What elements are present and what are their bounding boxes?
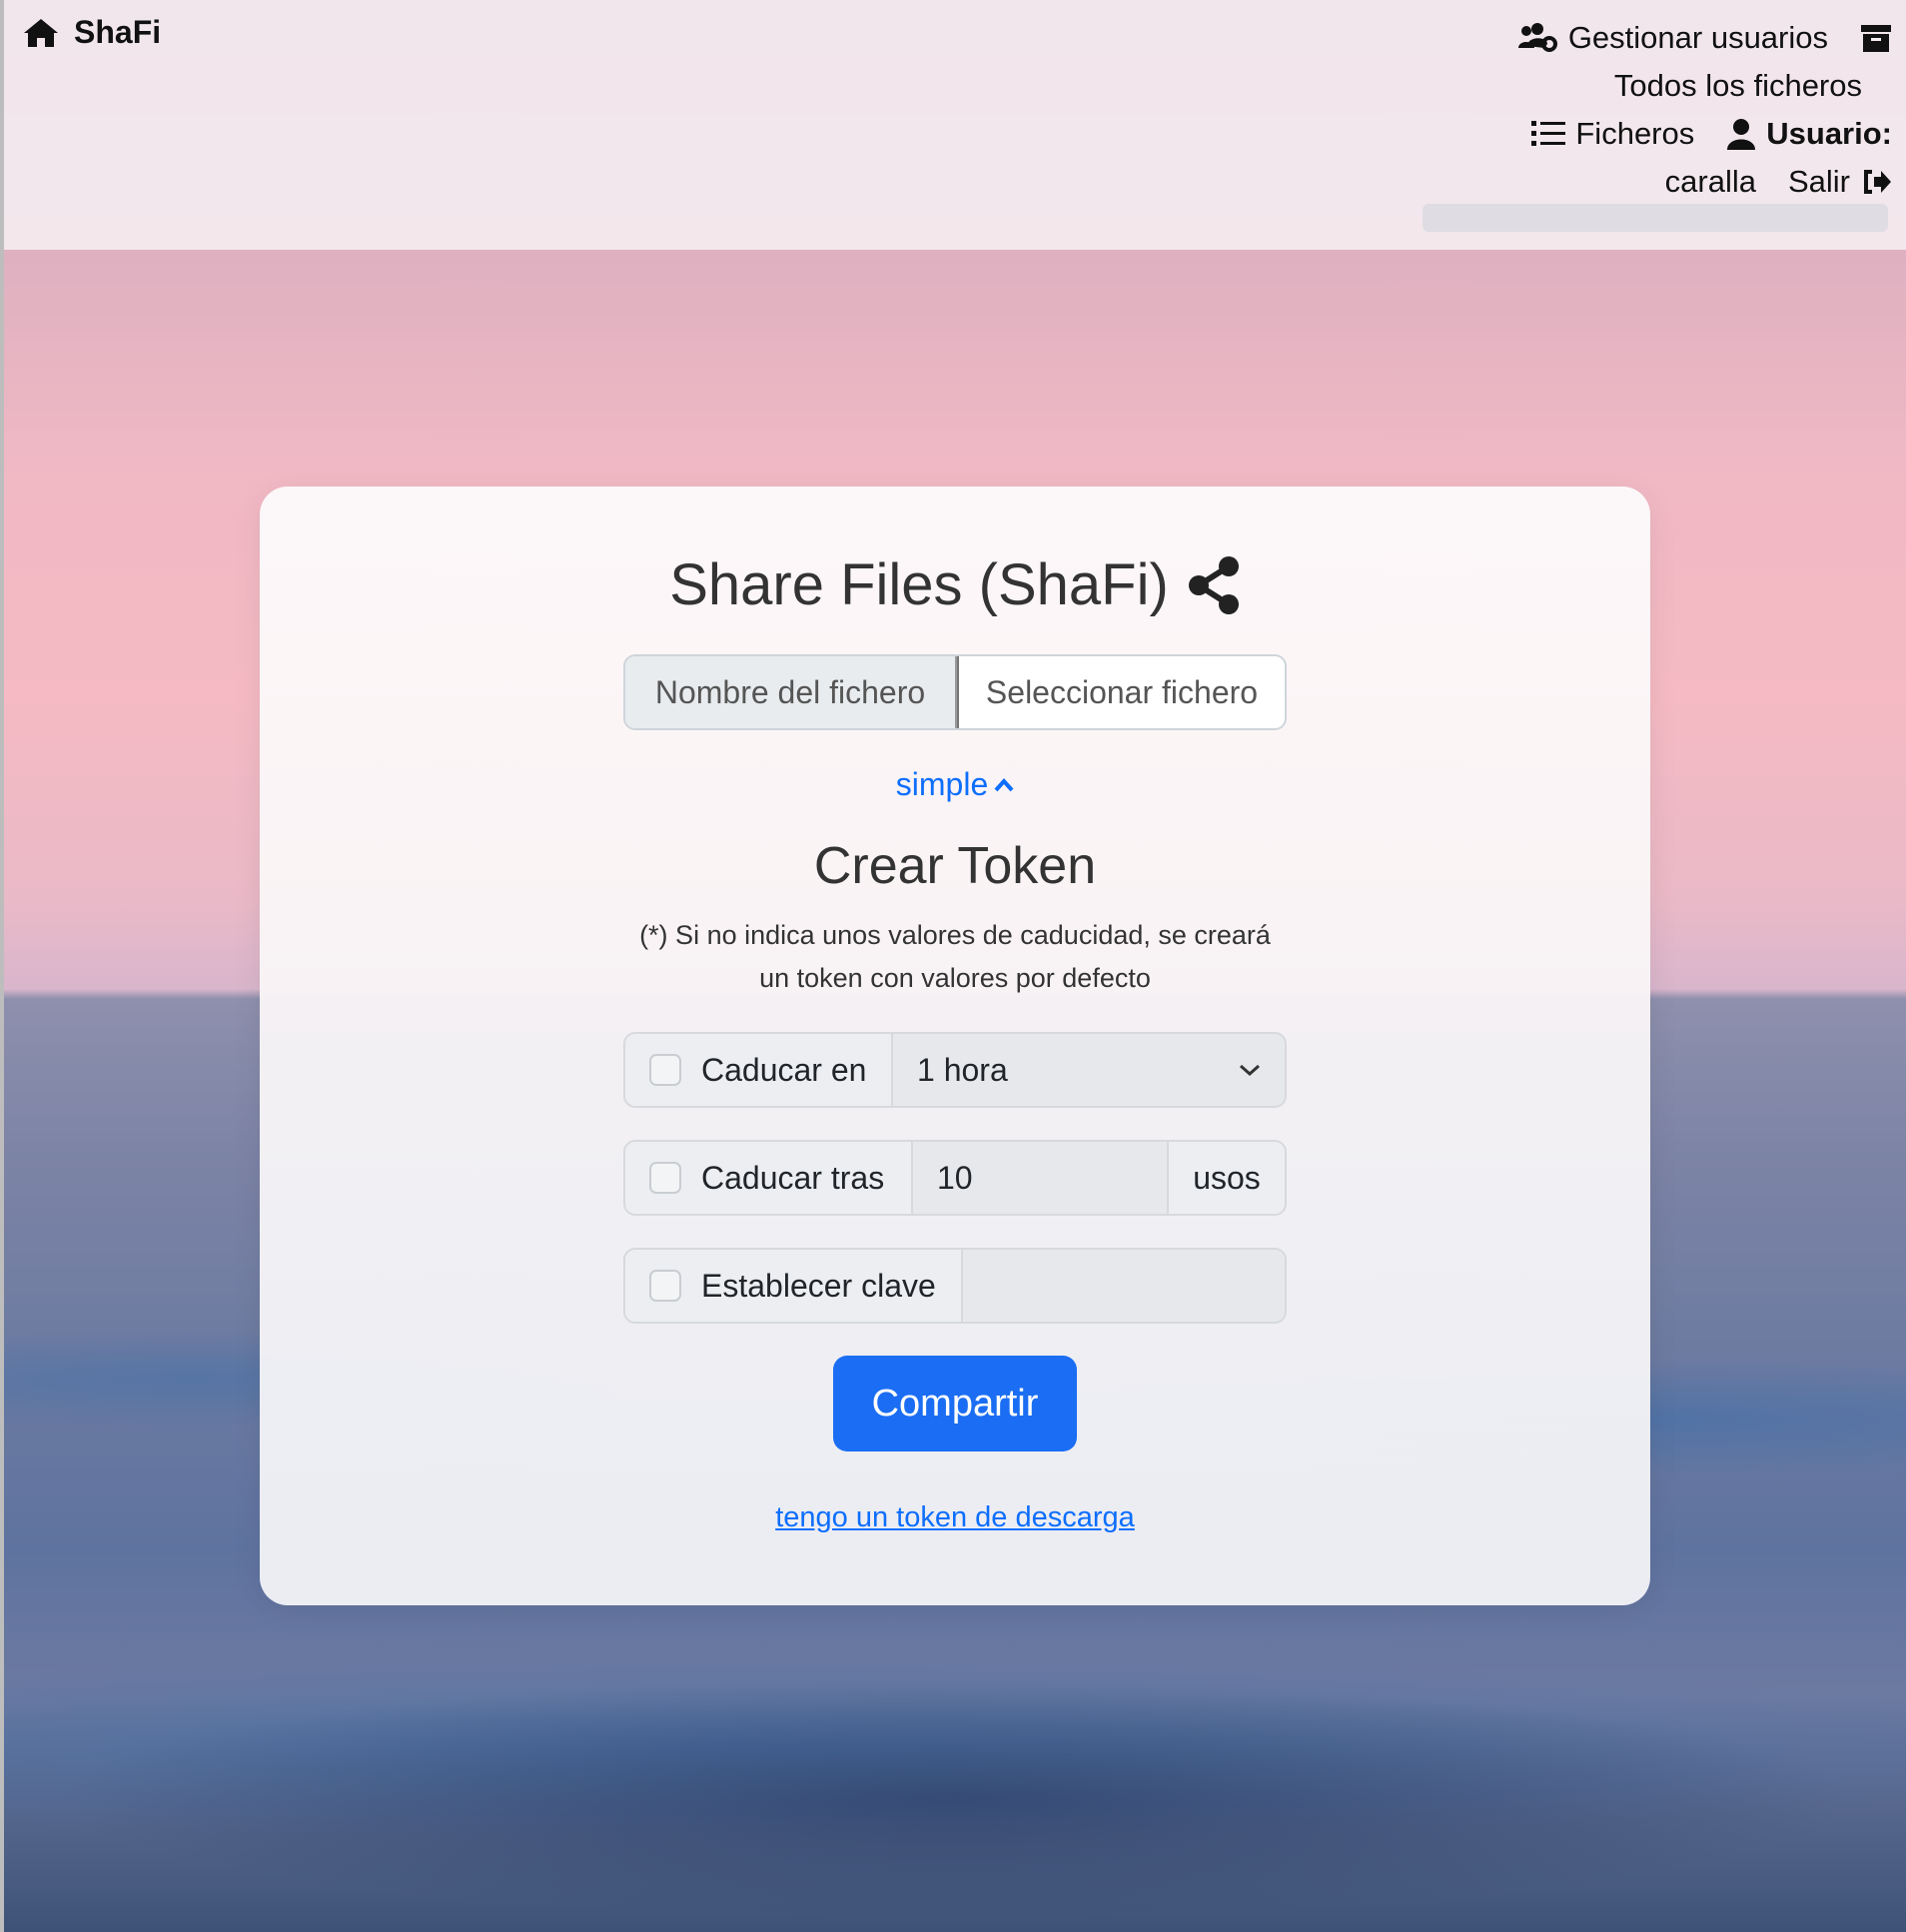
- expire-in-label: Caducar en: [701, 1051, 867, 1088]
- logout-link[interactable]: Salir: [1788, 158, 1850, 206]
- archive-icon[interactable]: [1860, 23, 1892, 53]
- set-password-group: Establecer clave: [623, 1248, 1287, 1324]
- expire-after-input[interactable]: 10: [913, 1142, 1167, 1214]
- manage-users-link[interactable]: Gestionar usuarios: [1568, 14, 1828, 62]
- file-input-group: Nombre del fichero Seleccionar fichero: [623, 654, 1287, 730]
- share-card: Share Files (ShaFi) Nombre del fichero S…: [260, 486, 1650, 1605]
- select-file-button[interactable]: Seleccionar fichero: [957, 656, 1285, 728]
- share-button[interactable]: Compartir: [833, 1356, 1077, 1451]
- nav-divider: [1423, 204, 1888, 232]
- password-input[interactable]: [963, 1250, 1285, 1322]
- expire-after-checkbox[interactable]: [649, 1162, 681, 1194]
- expire-in-label-wrap: Caducar en: [625, 1034, 893, 1106]
- share-icon: [1187, 555, 1241, 615]
- home-icon: [22, 17, 60, 49]
- brand-link[interactable]: ShaFi: [22, 14, 161, 51]
- expire-in-select[interactable]: 1 hora: [893, 1034, 1285, 1106]
- users-cog-icon: [1516, 22, 1558, 54]
- user-label: Usuario:: [1766, 116, 1892, 151]
- top-navbar: ShaFi Gestionar usuarios Todos los fiche…: [4, 0, 1906, 250]
- simple-toggle-label: simple: [895, 766, 989, 802]
- set-password-label: Establecer clave: [701, 1267, 936, 1304]
- expire-after-label-wrap: Caducar tras: [625, 1142, 913, 1214]
- chevron-down-icon: [1239, 1063, 1261, 1077]
- brand-label: ShaFi: [74, 14, 162, 50]
- set-password-label-wrap: Establecer clave: [625, 1250, 963, 1322]
- download-token-wrap: tengo un token de descarga: [260, 1501, 1650, 1534]
- expire-after-group: Caducar tras 10 usos: [623, 1140, 1287, 1216]
- all-files-link[interactable]: Todos los ficheros: [1614, 62, 1862, 110]
- list-icon: [1531, 120, 1566, 148]
- expire-after-label: Caducar tras: [701, 1159, 885, 1196]
- download-token-link[interactable]: tengo un token de descarga: [775, 1501, 1135, 1533]
- nav-menu: Gestionar usuarios Todos los ficheros Fi…: [1462, 14, 1892, 206]
- simple-toggle-link[interactable]: simple: [896, 766, 1014, 803]
- username: caralla: [1664, 164, 1756, 199]
- file-name-label: Nombre del fichero: [625, 656, 957, 728]
- token-note: (*) Si no indica unos valores de caducid…: [639, 920, 1271, 993]
- files-link[interactable]: Ficheros: [1575, 110, 1694, 158]
- user-icon: [1726, 118, 1756, 150]
- sign-out-icon[interactable]: [1860, 167, 1892, 197]
- window-border: [0, 0, 4, 1932]
- expire-in-checkbox[interactable]: [649, 1054, 681, 1086]
- chevron-up-icon: [994, 777, 1014, 793]
- expire-in-group: Caducar en 1 hora: [623, 1032, 1287, 1108]
- title-row: Share Files (ShaFi): [260, 551, 1650, 618]
- set-password-checkbox[interactable]: [649, 1270, 681, 1302]
- page-title: Share Files (ShaFi): [669, 552, 1169, 617]
- expire-in-value: 1 hora: [917, 1051, 1008, 1088]
- simple-toggle: simple: [260, 766, 1650, 803]
- token-heading: Crear Token: [813, 837, 1097, 895]
- expire-after-suffix: usos: [1167, 1142, 1285, 1214]
